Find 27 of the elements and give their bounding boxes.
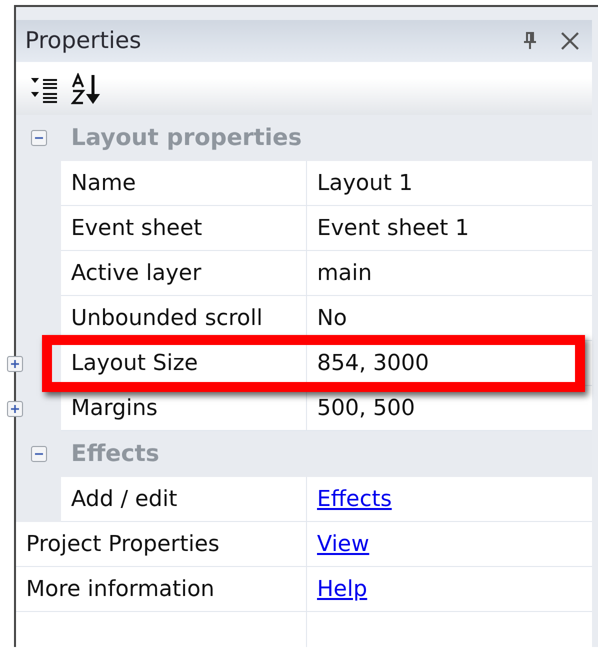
property-link[interactable]: Help: [317, 576, 368, 602]
property-name: More information: [26, 576, 215, 602]
property-name: Add / edit: [71, 486, 178, 512]
pin-icon[interactable]: [522, 32, 538, 50]
property-name: Unbounded scroll: [71, 306, 263, 330]
property-value: 854, 3000: [317, 350, 429, 376]
property-value: Event sheet 1: [317, 216, 470, 240]
expand-icon[interactable]: [6, 400, 22, 416]
property-link[interactable]: View: [317, 532, 370, 556]
property-link[interactable]: Effects: [317, 486, 392, 512]
group-title: Layout properties: [70, 125, 302, 151]
property-value: Layout 1: [317, 170, 413, 196]
property-value: main: [317, 260, 372, 286]
property-name: Margins: [71, 396, 158, 420]
group-title: Effects: [70, 441, 160, 467]
panel-title: Properties: [25, 28, 142, 54]
property-value: No: [317, 306, 347, 330]
expand-icon[interactable]: [6, 356, 22, 372]
property-name: Name: [71, 170, 136, 196]
property-value: 500, 500: [317, 396, 415, 420]
collapse-icon[interactable]: [30, 446, 46, 462]
collapse-icon[interactable]: [30, 130, 46, 146]
property-name: Layout Size: [71, 350, 198, 376]
close-icon[interactable]: [560, 31, 580, 51]
property-name: Active layer: [71, 260, 202, 286]
property-name: Event sheet: [71, 216, 202, 240]
property-name: Project Properties: [26, 532, 220, 556]
